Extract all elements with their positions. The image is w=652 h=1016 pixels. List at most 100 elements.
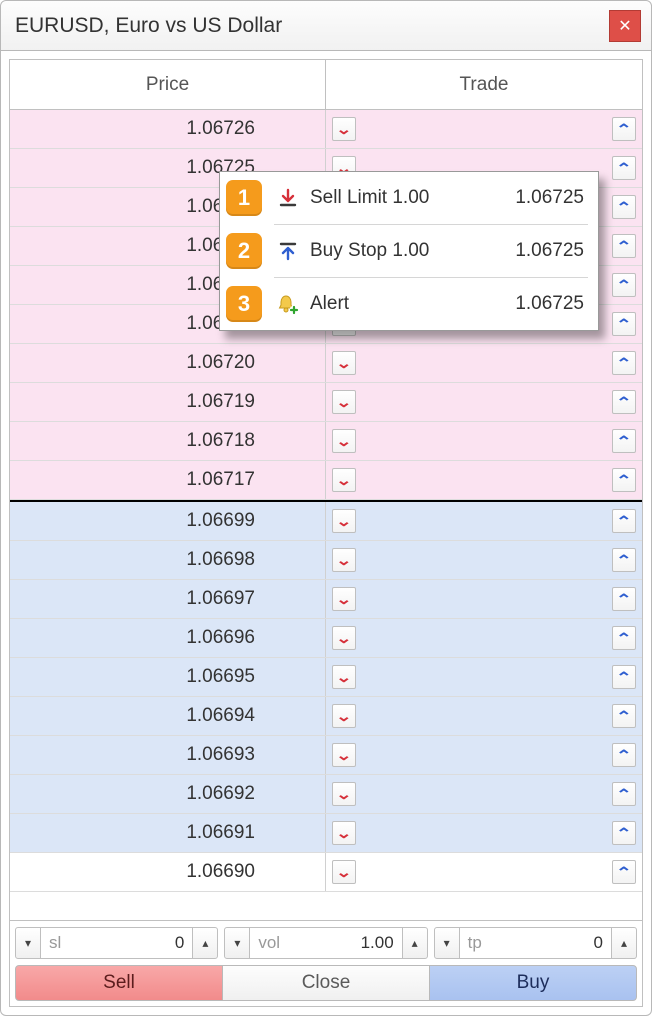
buy-at-price-button[interactable]: ⌃ bbox=[612, 743, 636, 767]
chevron-up-icon: ⌃ bbox=[616, 160, 632, 177]
chevron-up-icon: ⌃ bbox=[616, 864, 632, 881]
vol-input[interactable]: vol 1.00 bbox=[250, 927, 401, 959]
buy-at-price-button[interactable]: ⌃ bbox=[612, 548, 636, 572]
buy-at-price-button[interactable]: ⌃ bbox=[612, 665, 636, 689]
sl-decrement-button[interactable]: ▾ bbox=[15, 927, 41, 959]
chevron-down-icon: ⌄ bbox=[336, 669, 352, 686]
sell-at-price-button[interactable]: ⌄ bbox=[332, 665, 356, 689]
table-row: 1.06693 ⌄ ⌃ bbox=[10, 736, 642, 775]
chevron-up-icon: ⌃ bbox=[616, 552, 632, 569]
buy-at-price-button[interactable]: ⌃ bbox=[612, 626, 636, 650]
buy-at-price-button[interactable]: ⌃ bbox=[612, 156, 636, 180]
buy-at-price-button[interactable]: ⌃ bbox=[612, 195, 636, 219]
trade-cell: ⌄ ⌃ bbox=[326, 344, 642, 382]
menu-item-buy-stop[interactable]: 2 Buy Stop 1.00 1.06725 bbox=[220, 225, 598, 277]
chevron-up-icon: ⌃ bbox=[616, 199, 632, 216]
buy-at-price-button[interactable]: ⌃ bbox=[612, 704, 636, 728]
buy-at-price-button[interactable]: ⌃ bbox=[612, 117, 636, 141]
tp-spinner: ▾ tp 0 ▴ bbox=[434, 927, 637, 959]
buy-at-price-button[interactable]: ⌃ bbox=[612, 234, 636, 258]
trade-cell: ⌄ ⌃ bbox=[326, 541, 642, 579]
sl-value: 0 bbox=[175, 933, 184, 953]
chevron-up-icon: ⌃ bbox=[616, 121, 632, 138]
sell-at-price-button[interactable]: ⌄ bbox=[332, 626, 356, 650]
buy-at-price-button[interactable]: ⌃ bbox=[612, 587, 636, 611]
table-row: 1.06726 ⌄ ⌃ bbox=[10, 110, 642, 149]
trade-cell: ⌄ ⌃ bbox=[326, 736, 642, 774]
trade-cell: ⌄ ⌃ bbox=[326, 110, 642, 148]
menu-item-label: Buy Stop 1.00 bbox=[310, 240, 484, 262]
sell-button[interactable]: Sell bbox=[15, 965, 223, 1001]
buy-at-price-button[interactable]: ⌃ bbox=[612, 273, 636, 297]
price-cell: 1.06695 bbox=[10, 658, 326, 696]
sell-at-price-button[interactable]: ⌄ bbox=[332, 782, 356, 806]
sell-at-price-button[interactable]: ⌄ bbox=[332, 860, 356, 884]
sell-at-price-button[interactable]: ⌄ bbox=[332, 821, 356, 845]
sell-at-price-button[interactable]: ⌄ bbox=[332, 704, 356, 728]
trade-cell: ⌄ ⌃ bbox=[326, 853, 642, 891]
price-cell: 1.06720 bbox=[10, 344, 326, 382]
sl-input[interactable]: sl 0 bbox=[41, 927, 192, 959]
buy-at-price-button[interactable]: ⌃ bbox=[612, 860, 636, 884]
chevron-down-icon: ⌄ bbox=[336, 825, 352, 842]
chevron-up-icon: ⌃ bbox=[616, 825, 632, 842]
chevron-down-icon: ⌄ bbox=[336, 472, 352, 489]
vol-placeholder: vol bbox=[258, 933, 280, 953]
price-cell: 1.06717 bbox=[10, 461, 326, 499]
sell-at-price-button[interactable]: ⌄ bbox=[332, 587, 356, 611]
menu-item-label: Sell Limit 1.00 bbox=[310, 187, 484, 209]
close-button[interactable]: ✕ bbox=[609, 10, 641, 42]
table-row: 1.06719 ⌄ ⌃ bbox=[10, 383, 642, 422]
chevron-up-icon: ⌃ bbox=[616, 355, 632, 372]
trade-cell: ⌄ ⌃ bbox=[326, 502, 642, 540]
table-row: 1.06696 ⌄ ⌃ bbox=[10, 619, 642, 658]
sell-at-price-button[interactable]: ⌄ bbox=[332, 117, 356, 141]
buy-at-price-button[interactable]: ⌃ bbox=[612, 509, 636, 533]
tp-input[interactable]: tp 0 bbox=[460, 927, 611, 959]
sell-at-price-button[interactable]: ⌄ bbox=[332, 743, 356, 767]
vol-decrement-button[interactable]: ▾ bbox=[224, 927, 250, 959]
window-title: EURUSD, Euro vs US Dollar bbox=[15, 14, 282, 38]
sell-at-price-button[interactable]: ⌄ bbox=[332, 429, 356, 453]
table-row: 1.06697 ⌄ ⌃ bbox=[10, 580, 642, 619]
vol-increment-button[interactable]: ▴ bbox=[402, 927, 428, 959]
bell-add-icon bbox=[276, 292, 300, 316]
tp-increment-button[interactable]: ▴ bbox=[611, 927, 637, 959]
table-row: 1.06720 ⌄ ⌃ bbox=[10, 344, 642, 383]
chevron-up-icon: ⌃ bbox=[616, 433, 632, 450]
menu-item-alert[interactable]: 3 Alert 1.06725 bbox=[220, 278, 598, 330]
buy-at-price-button[interactable]: ⌃ bbox=[612, 351, 636, 375]
sl-increment-button[interactable]: ▴ bbox=[192, 927, 218, 959]
buy-button[interactable]: Buy bbox=[429, 965, 637, 1001]
chevron-down-icon: ⌄ bbox=[336, 513, 352, 530]
trade-cell: ⌄ ⌃ bbox=[326, 658, 642, 696]
price-cell: 1.06718 bbox=[10, 422, 326, 460]
chevron-up-icon: ⌃ bbox=[616, 630, 632, 647]
trade-cell: ⌄ ⌃ bbox=[326, 814, 642, 852]
buy-at-price-button[interactable]: ⌃ bbox=[612, 390, 636, 414]
trade-cell: ⌄ ⌃ bbox=[326, 775, 642, 813]
vol-value: 1.00 bbox=[361, 933, 394, 953]
depth-of-market-window: EURUSD, Euro vs US Dollar ✕ Price Trade … bbox=[0, 0, 652, 1016]
chevron-down-icon: ⌄ bbox=[336, 786, 352, 803]
buy-at-price-button[interactable]: ⌃ bbox=[612, 312, 636, 336]
buy-at-price-button[interactable]: ⌃ bbox=[612, 821, 636, 845]
action-row: Sell Close Buy bbox=[15, 965, 637, 1001]
table-row: 1.06717 ⌄ ⌃ bbox=[10, 461, 642, 500]
close-position-button[interactable]: Close bbox=[223, 965, 429, 1001]
menu-item-sell-limit[interactable]: 1 Sell Limit 1.00 1.06725 bbox=[220, 172, 598, 224]
sell-at-price-button[interactable]: ⌄ bbox=[332, 468, 356, 492]
buy-at-price-button[interactable]: ⌃ bbox=[612, 468, 636, 492]
sell-at-price-button[interactable]: ⌄ bbox=[332, 351, 356, 375]
sell-at-price-button[interactable]: ⌄ bbox=[332, 390, 356, 414]
price-cell: 1.06690 bbox=[10, 853, 326, 891]
buy-at-price-button[interactable]: ⌃ bbox=[612, 429, 636, 453]
tp-decrement-button[interactable]: ▾ bbox=[434, 927, 460, 959]
chevron-up-icon: ⌃ bbox=[616, 591, 632, 608]
buy-at-price-button[interactable]: ⌃ bbox=[612, 782, 636, 806]
sell-at-price-button[interactable]: ⌄ bbox=[332, 548, 356, 572]
sell-at-price-button[interactable]: ⌄ bbox=[332, 509, 356, 533]
sl-placeholder: sl bbox=[49, 933, 61, 953]
table-row: 1.06691 ⌄ ⌃ bbox=[10, 814, 642, 853]
chevron-down-icon: ⌄ bbox=[336, 591, 352, 608]
